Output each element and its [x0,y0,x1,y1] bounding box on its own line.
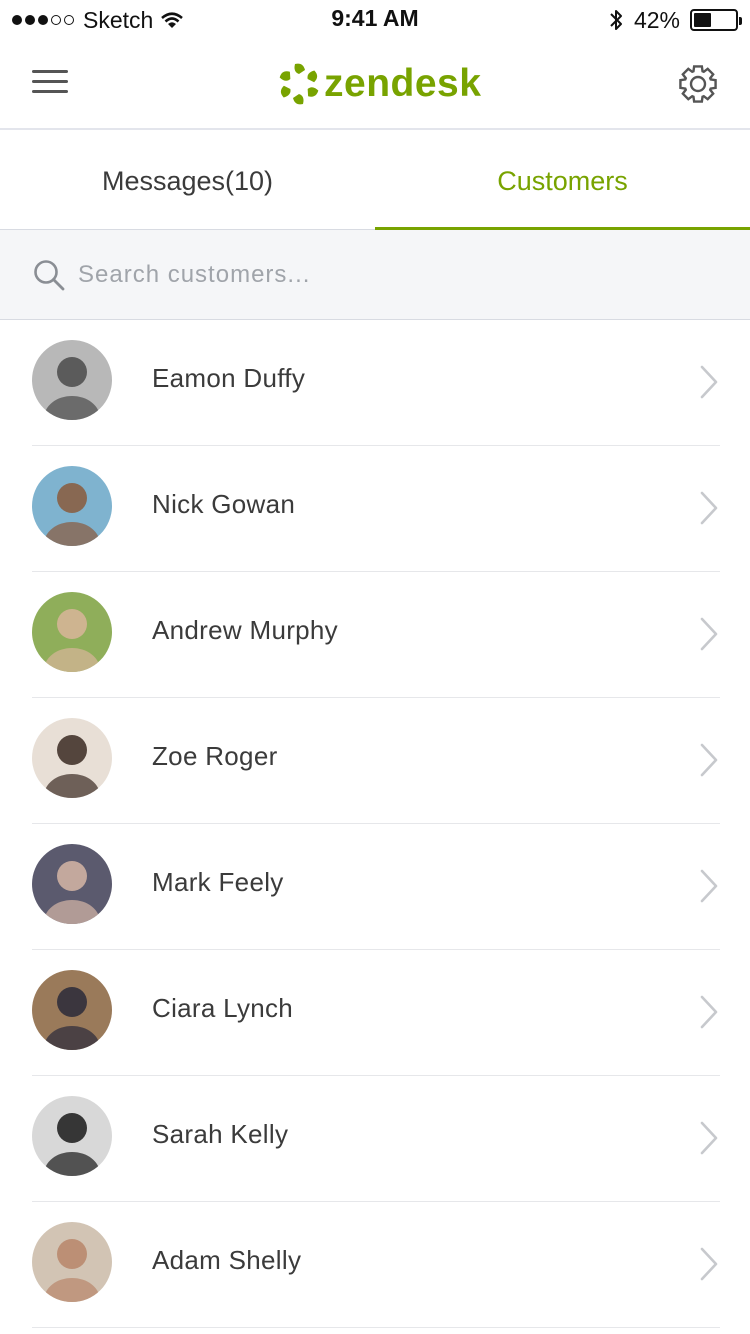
chevron-right-icon [700,869,718,903]
customer-name: Ciara Lynch [152,993,294,1023]
customer-row[interactable]: Ciara Lynch [0,950,750,1076]
customer-row[interactable]: Andrew Murphy [0,572,750,698]
customer-row[interactable]: Nick Gowan [0,446,750,572]
customer-name: Sarah Kelly [152,1119,289,1149]
tab-customers[interactable]: Customers [375,130,750,231]
avatar [32,466,112,546]
avatar [32,844,112,924]
battery-percent: 42% [633,6,680,33]
battery-icon [690,9,742,31]
status-right: 42% [608,6,742,34]
logo-text: zendesk [324,62,482,105]
chevron-right-icon [700,491,718,525]
customer-list: Eamon Duffy Nick Gowan Andrew Murphy Zoe Ro… [0,320,750,1328]
avatar [32,1096,112,1176]
customer-row[interactable]: Zoe Roger [0,698,750,824]
customer-name: Eamon Duffy [152,363,306,393]
customer-name: Zoe Roger [152,741,278,771]
avatar [32,1222,112,1302]
search-icon [34,259,65,290]
customer-row[interactable]: Eamon Duffy [0,320,750,446]
search-input[interactable] [78,260,678,289]
chevron-right-icon [700,617,718,651]
gear-icon[interactable] [676,62,720,106]
chevron-right-icon [700,743,718,777]
customer-name: Adam Shelly [152,1245,302,1275]
hamburger-menu-icon[interactable] [32,70,68,98]
tab-messages[interactable]: Messages(10) [0,130,375,229]
nav-bar: zendesk [0,40,750,130]
avatar [32,970,112,1050]
customer-name: Mark Feely [152,867,284,897]
status-bar: Sketch 9:41 AM 42% [0,0,750,40]
chevron-right-icon [700,995,718,1029]
customer-name: Nick Gowan [152,489,296,519]
avatar [32,340,112,420]
chevron-right-icon [700,365,718,399]
chevron-right-icon [700,1247,718,1281]
avatar [32,718,112,798]
customer-row[interactable]: Adam Shelly [0,1202,750,1328]
search-bar [0,230,750,320]
customer-row[interactable]: Mark Feely [0,824,750,950]
segmented-tabs: Messages(10) Customers [0,130,750,231]
zendesk-logo-mark-icon [279,63,319,105]
battery-cap [739,17,742,25]
customer-name: Andrew Murphy [152,615,338,645]
chevron-right-icon [700,1121,718,1155]
avatar [32,592,112,672]
bluetooth-icon [608,8,624,32]
customer-row[interactable]: Sarah Kelly [0,1076,750,1202]
battery-fill [694,13,711,27]
zendesk-logo: zendesk [276,58,481,110]
